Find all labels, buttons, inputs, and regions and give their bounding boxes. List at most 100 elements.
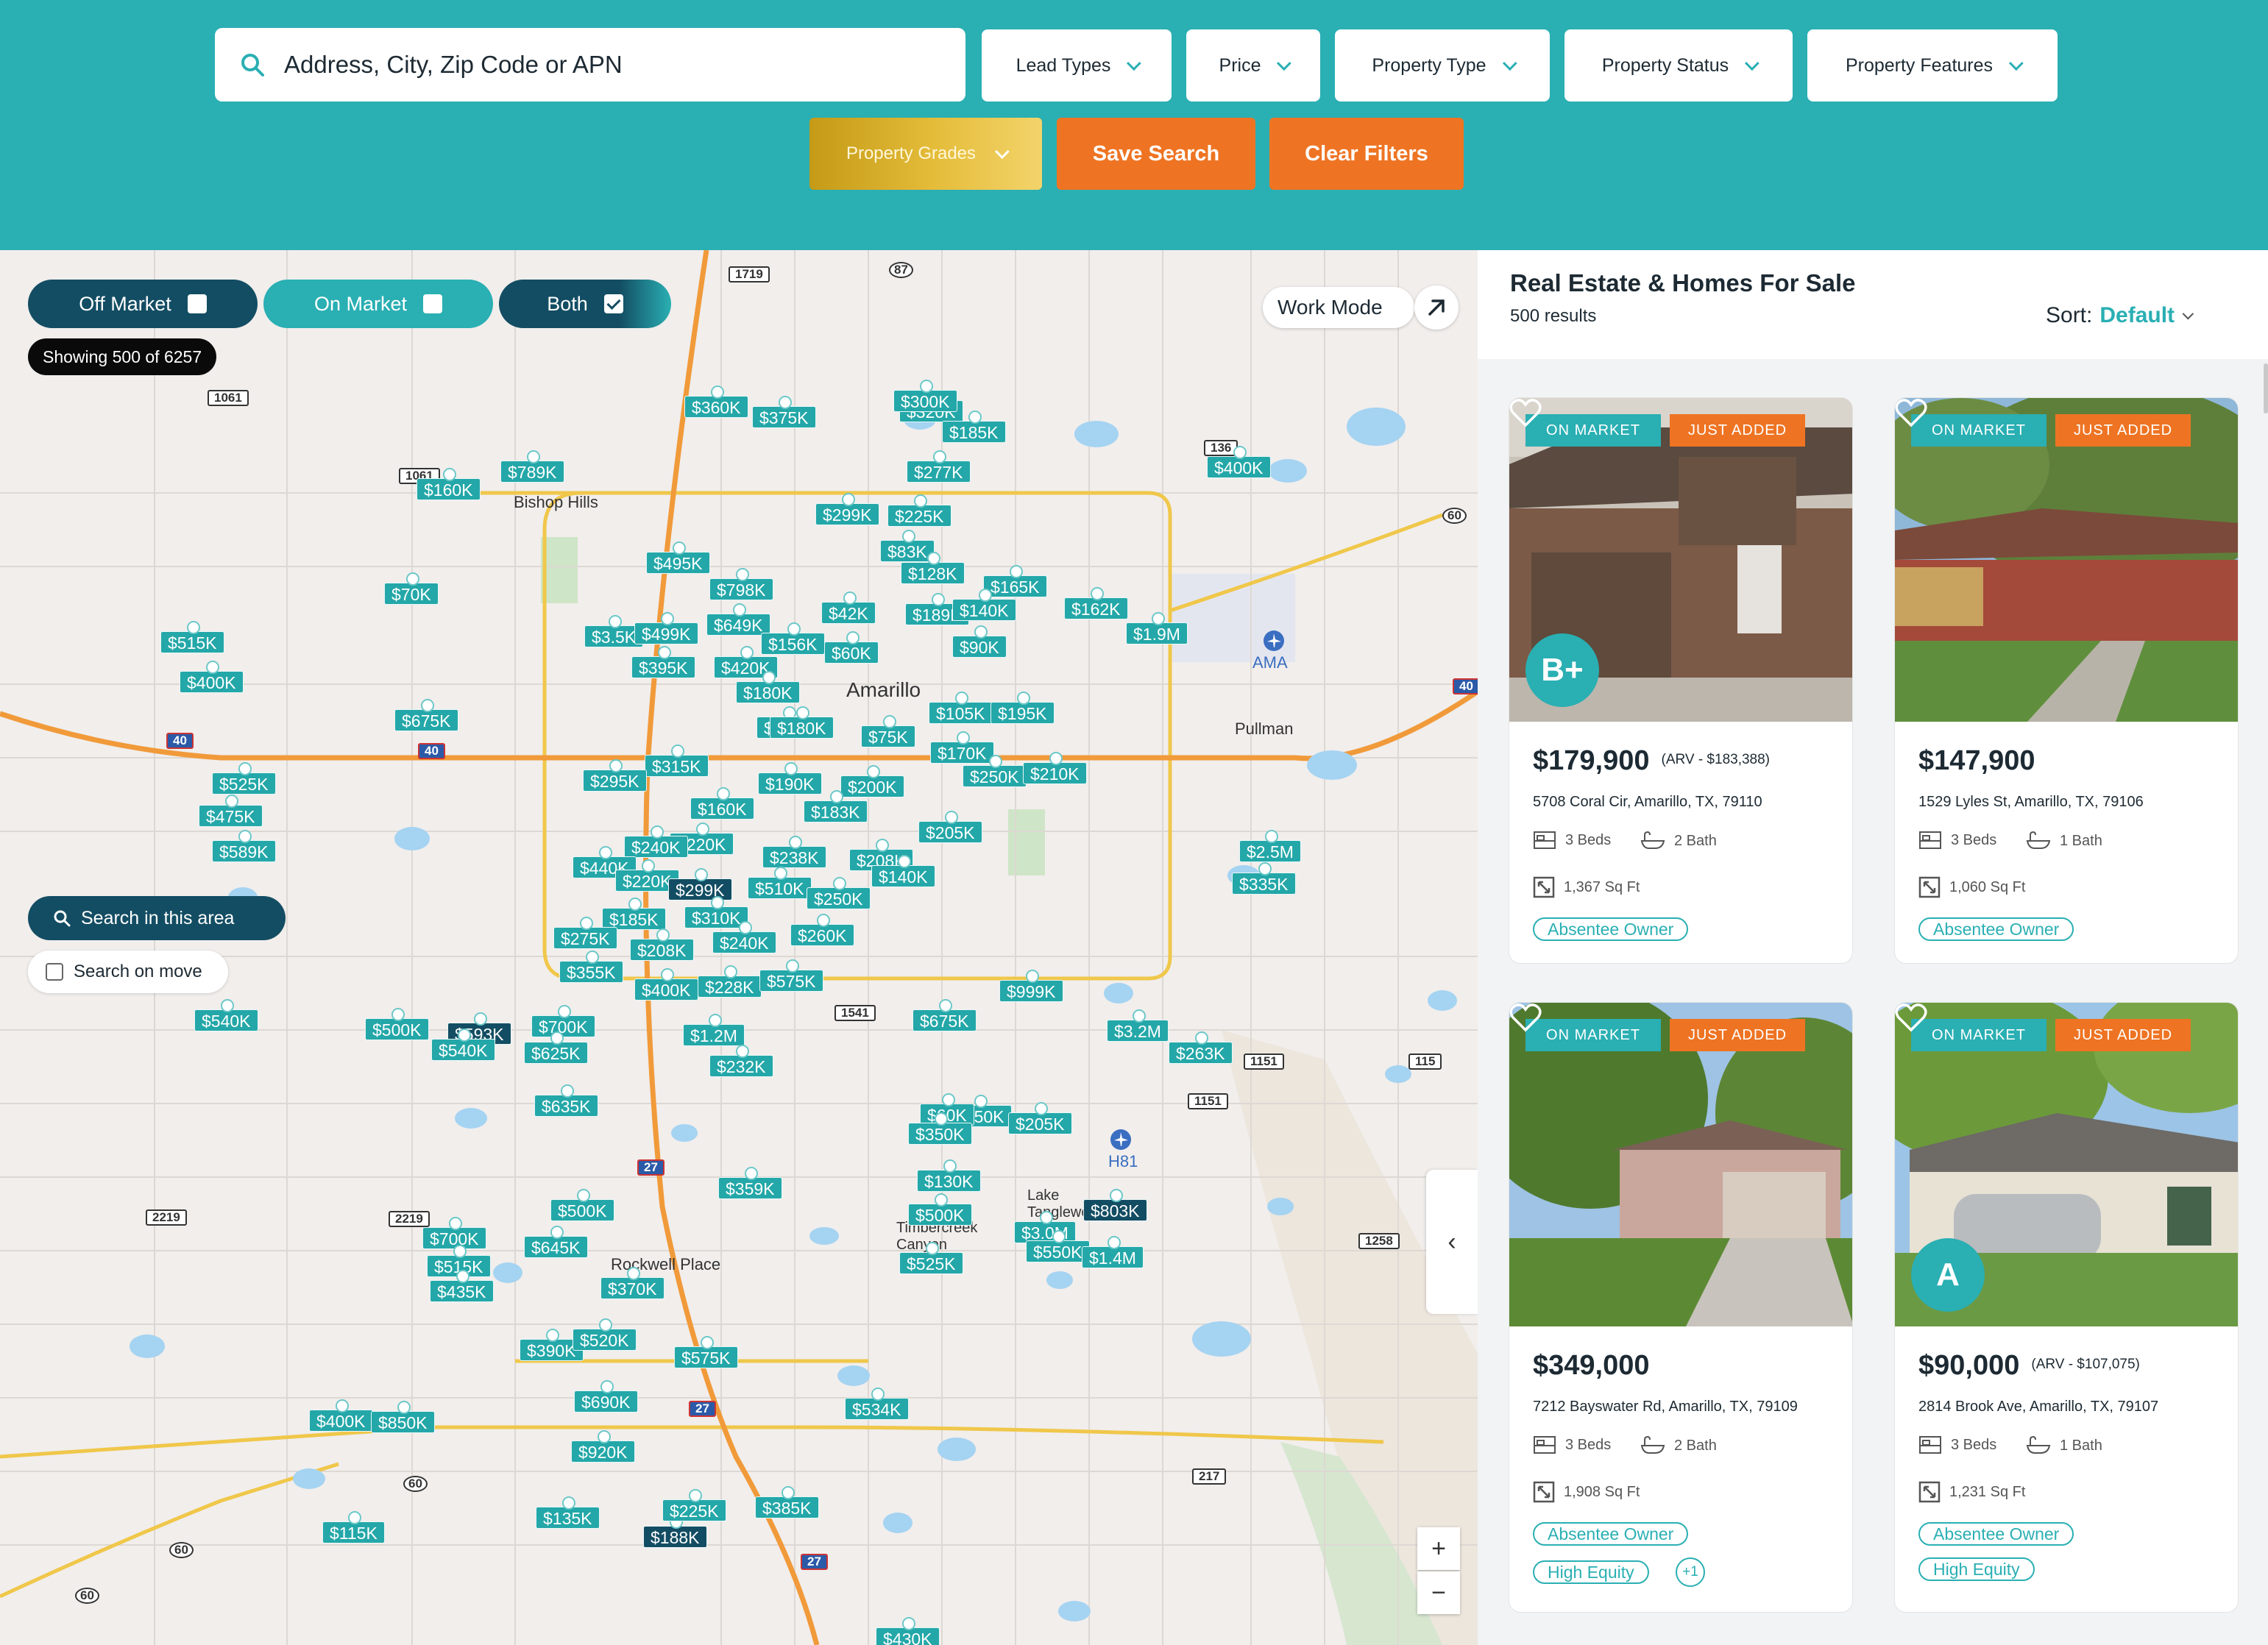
price-pin[interactable]: $190K <box>758 762 822 795</box>
map-canvas[interactable]: 1719 87 1061 1061 136 60 40 40 40 1541 1… <box>0 250 1478 1645</box>
price-pin[interactable]: $625K <box>524 1031 588 1064</box>
price-pin[interactable]: $635K <box>534 1084 598 1117</box>
price-pin[interactable]: $400K <box>309 1399 373 1432</box>
price-pin[interactable]: $160K <box>690 787 754 820</box>
lead-tag[interactable]: Absentee Owner <box>1918 1522 2074 1546</box>
price-pin[interactable]: $205K <box>918 811 982 843</box>
price-pin[interactable]: $3.2M <box>1107 1009 1169 1042</box>
price-pin[interactable]: $83K <box>880 530 935 562</box>
price-pin[interactable]: $75K <box>861 715 915 747</box>
price-pin[interactable]: $589K <box>212 830 276 862</box>
price-pin[interactable]: $360K <box>684 386 748 418</box>
price-pin[interactable]: $499K <box>634 612 698 644</box>
price-pin[interactable]: $1.4M <box>1082 1236 1144 1268</box>
price-pin[interactable]: $185K <box>942 411 1006 443</box>
price-pin[interactable]: $400K <box>180 661 244 693</box>
price-pin[interactable]: $225K <box>887 494 952 527</box>
price-pin[interactable]: $435K <box>430 1270 494 1302</box>
price-pin[interactable]: $510K <box>748 867 812 899</box>
price-pin[interactable]: $170K <box>930 731 994 764</box>
zoom-in-button[interactable]: + <box>1417 1527 1460 1570</box>
price-pin[interactable]: $210K <box>1023 752 1087 784</box>
price-pin[interactable]: $550K <box>1026 1230 1090 1262</box>
listing-card[interactable]: ON MARKET JUST ADDED $147,900 1529 Lyles… <box>1894 397 2239 964</box>
price-pin[interactable]: $495K <box>646 541 710 574</box>
price-pin[interactable]: $225K <box>662 1489 726 1521</box>
arrow-up-right-icon[interactable] <box>1414 285 1459 330</box>
heart-icon[interactable] <box>1895 398 1927 427</box>
both-toggle[interactable]: Both <box>499 280 671 328</box>
price-pin[interactable]: $315K <box>645 745 709 777</box>
price-pin[interactable]: $260K <box>790 914 854 946</box>
price-pin[interactable]: $375K <box>752 396 816 428</box>
price-pin[interactable]: $183K <box>804 790 868 822</box>
price-pin[interactable]: $798K <box>709 568 773 600</box>
price-pin[interactable]: $250K <box>807 877 871 909</box>
lead-tag[interactable]: High Equity <box>1918 1557 2035 1581</box>
scrollbar[interactable] <box>2264 363 2268 413</box>
price-pin[interactable]: $475K <box>199 795 263 827</box>
property-type-dropdown[interactable]: Property Type <box>1335 29 1550 102</box>
price-pin[interactable]: $649K <box>706 603 770 636</box>
price-pin[interactable]: $42K <box>821 591 876 624</box>
price-pin[interactable]: $575K <box>759 959 823 992</box>
price-pin[interactable]: $803K <box>1083 1189 1147 1221</box>
price-pin[interactable]: $534K <box>845 1388 909 1420</box>
more-tags-badge[interactable]: +1 <box>1676 1557 1705 1587</box>
price-pin[interactable]: $920K <box>571 1430 635 1463</box>
listing-photo[interactable]: ON MARKET JUST ADDED A <box>1895 1003 2238 1326</box>
property-features-dropdown[interactable]: Property Features <box>1807 29 2058 102</box>
price-pin[interactable]: $200K <box>840 765 904 797</box>
price-pin[interactable]: $540K <box>194 999 258 1031</box>
price-pin[interactable]: $1.2M <box>683 1014 745 1046</box>
checkbox-icon[interactable] <box>603 294 623 313</box>
search-in-area-button[interactable]: Search in this area <box>28 896 286 940</box>
search-on-move-toggle[interactable]: Search on move <box>28 951 228 993</box>
price-pin[interactable]: $675K <box>912 999 977 1031</box>
price-pin[interactable]: $700K <box>422 1217 486 1249</box>
zoom-out-button[interactable]: − <box>1417 1571 1460 1614</box>
checkbox-icon[interactable] <box>187 294 207 313</box>
price-pin[interactable]: $277K <box>907 450 971 483</box>
price-pin[interactable]: $275K <box>553 917 617 949</box>
price-pin[interactable]: $299K <box>668 868 732 900</box>
lead-tag[interactable]: Absentee Owner <box>1533 1522 1689 1546</box>
price-pin[interactable]: $60K <box>824 631 879 664</box>
price-pin[interactable]: $500K <box>550 1189 614 1221</box>
price-pin[interactable]: $228K <box>698 965 762 998</box>
price-pin[interactable]: $70K <box>384 572 439 605</box>
price-pin[interactable]: $232K <box>709 1045 773 1077</box>
price-pin[interactable]: $165K <box>983 565 1047 597</box>
price-pin[interactable]: $789K <box>500 450 564 483</box>
sort-dropdown[interactable]: Sort: Default <box>2046 303 2194 328</box>
price-pin[interactable]: $520K <box>573 1318 637 1351</box>
price-pin[interactable]: $130K <box>917 1159 981 1192</box>
price-pin[interactable]: $195K <box>991 692 1055 724</box>
price-pin[interactable]: $1.9M <box>1126 612 1188 644</box>
price-pin[interactable]: $525K <box>899 1242 963 1274</box>
lead-tag[interactable]: High Equity <box>1533 1560 1649 1584</box>
price-pin[interactable]: $205K <box>1008 1102 1072 1134</box>
off-market-toggle[interactable]: Off Market <box>28 280 258 328</box>
price-dropdown[interactable]: Price <box>1186 29 1320 102</box>
price-pin[interactable]: $690K <box>574 1380 638 1413</box>
listing-card[interactable]: ON MARKET JUST ADDED $349,000 7212 Baysw… <box>1509 1002 1853 1613</box>
listing-card[interactable]: ON MARKET JUST ADDED B+ $179,900 (ARV - $… <box>1509 397 1853 964</box>
price-pin[interactable]: $355K <box>559 951 623 983</box>
price-pin[interactable]: $300K <box>893 380 957 412</box>
price-pin[interactable]: $350K <box>908 1112 972 1145</box>
price-pin[interactable]: $105K <box>929 692 993 724</box>
price-pin[interactable]: $140K <box>952 589 1016 621</box>
price-pin[interactable]: $238K <box>762 836 826 868</box>
lead-types-dropdown[interactable]: Lead Types <box>982 29 1172 102</box>
save-search-button[interactable]: Save Search <box>1057 118 1255 190</box>
checkbox-icon[interactable] <box>46 963 63 981</box>
search-box[interactable] <box>215 28 965 102</box>
heart-icon[interactable] <box>1509 1003 1542 1032</box>
collapse-panel-button[interactable]: ‹ <box>1426 1170 1478 1314</box>
price-pin[interactable]: $180K <box>770 706 834 739</box>
price-pin[interactable]: $515K <box>160 621 224 653</box>
price-pin[interactable]: $240K <box>712 921 776 953</box>
price-pin[interactable]: $208K <box>630 928 694 961</box>
price-pin[interactable]: $335K <box>1232 862 1296 895</box>
